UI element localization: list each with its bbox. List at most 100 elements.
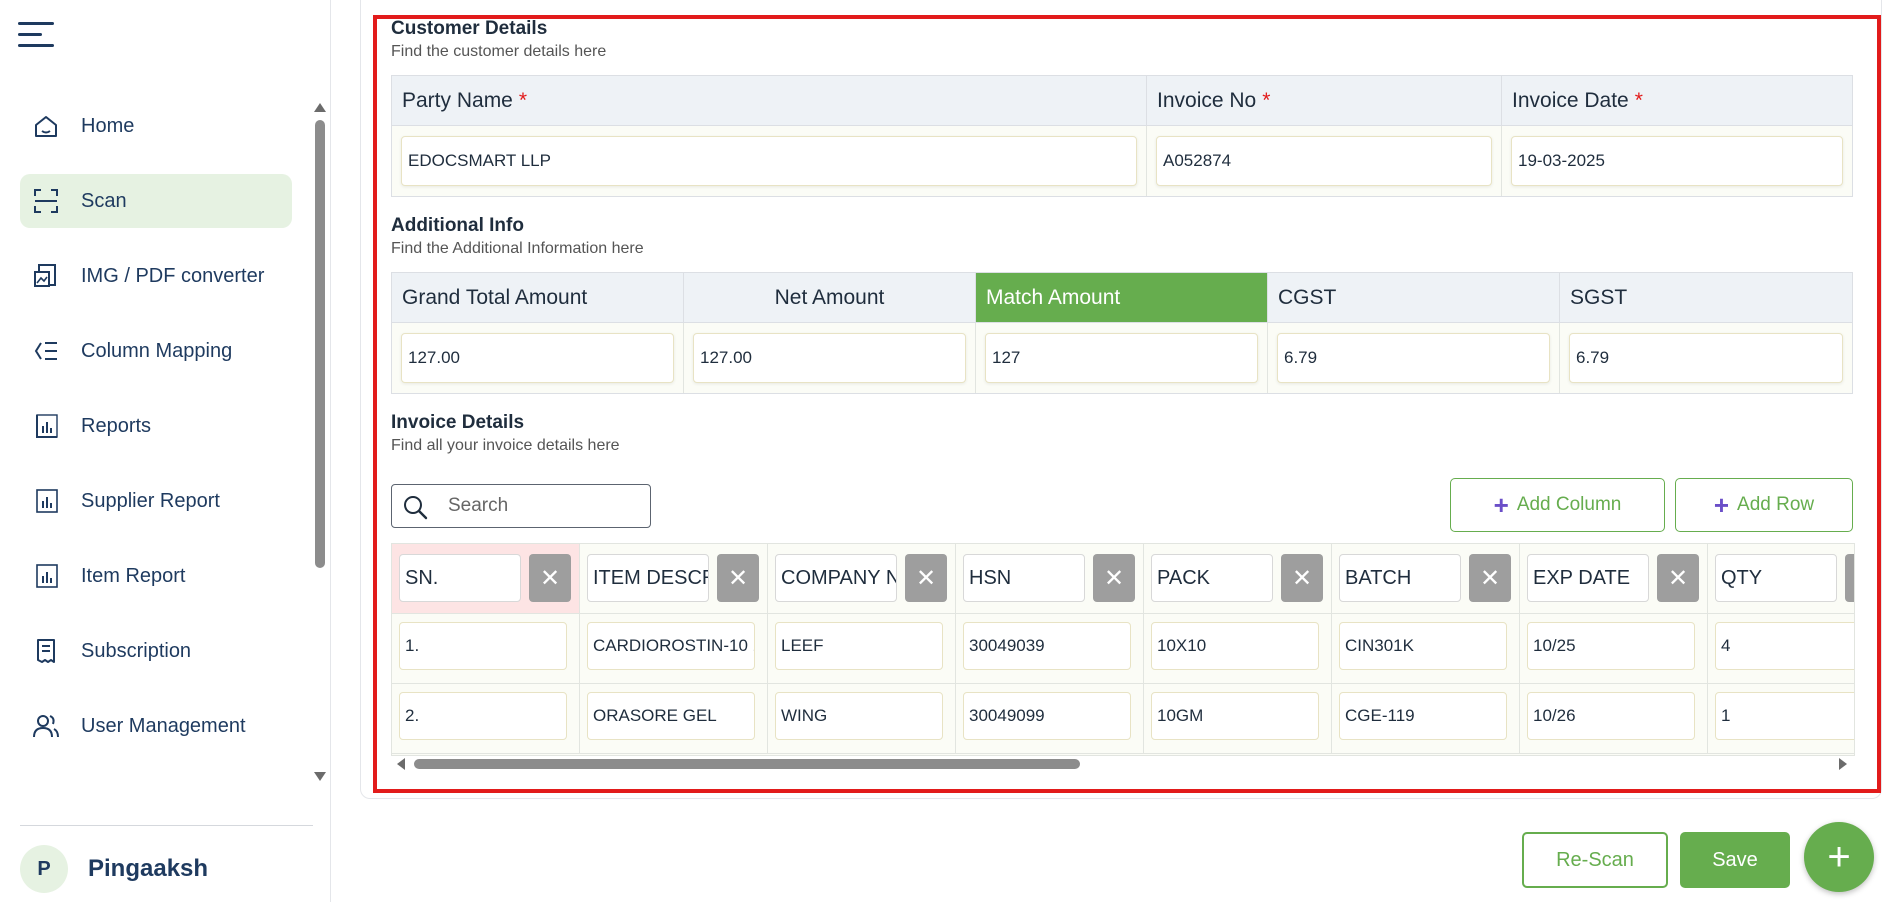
column-name-field[interactable]: BATCH <box>1339 554 1461 602</box>
column-header-batch: BATCH ✕ <box>1332 544 1520 614</box>
sidebar-item-item-report[interactable]: Item Report <box>20 549 292 603</box>
sidebar-item-img-pdf-converter[interactable]: IMG / PDF converter <box>20 249 292 303</box>
plus-icon: + <box>1713 490 1730 520</box>
search-placeholder: Search <box>448 495 509 516</box>
party-name-cell: EDOCSMART LLP <box>392 126 1147 196</box>
remove-column-close-icon[interactable]: ✕ <box>1469 554 1511 602</box>
sgst-label: SGST <box>1570 285 1628 309</box>
sidebar-item-label: Supplier Report <box>81 489 220 512</box>
invoice-date-label: Invoice Date <box>1512 88 1629 112</box>
invoice-no-field[interactable]: A052874 <box>1156 136 1492 186</box>
sgst-cell: 6.79 <box>1560 323 1852 393</box>
sidebar-item-label: Home <box>81 114 135 137</box>
column-name-field[interactable]: QTY <box>1715 554 1837 602</box>
img-pdf-icon <box>32 262 60 290</box>
cell-field[interactable]: 4 <box>1715 622 1854 670</box>
column-name-field[interactable]: HSN <box>963 554 1085 602</box>
add-row-button[interactable]: + Add Row <box>1675 478 1853 532</box>
sidebar-item-user-management[interactable]: User Management <box>20 699 292 753</box>
invoice-date-field[interactable]: 19-03-2025 <box>1511 136 1843 186</box>
user-name: Pingaaksh <box>88 855 209 882</box>
search-icon <box>402 494 428 520</box>
match-amount-header: Match Amount <box>976 273 1268 323</box>
cell-field[interactable]: 10X10 <box>1151 622 1319 670</box>
scroll-right-arrow-icon[interactable] <box>1839 758 1847 770</box>
cell-field[interactable]: LEEF <box>775 622 943 670</box>
search-input[interactable]: Search <box>391 484 651 528</box>
remove-column-close-icon[interactable]: ✕ <box>1281 554 1323 602</box>
required-mark: * <box>518 88 528 112</box>
scroll-left-arrow-icon[interactable] <box>397 758 405 770</box>
table-horizontal-scrollbar[interactable] <box>414 759 1080 769</box>
grand-total-field[interactable]: 127.00 <box>401 333 674 383</box>
invoice-items-table: SN. ✕ ITEM DESCR ✕ COMPANY N ✕ HSN ✕ PAC… <box>391 543 1855 756</box>
table-row: CIN301K <box>1332 614 1520 684</box>
scroll-down-arrow-icon[interactable] <box>314 772 326 781</box>
invoice-date-cell: 19-03-2025 <box>1502 126 1852 196</box>
cell-field[interactable]: CIN301K <box>1339 622 1507 670</box>
table-row: 4 <box>1708 614 1854 684</box>
avatar[interactable]: P <box>20 845 68 893</box>
remove-column-close-icon[interactable]: ✕ <box>1657 554 1699 602</box>
column-name-field[interactable]: COMPANY N <box>775 554 897 602</box>
table-row: LEEF <box>768 614 956 684</box>
sidebar-scrollbar[interactable] <box>315 120 325 568</box>
column-name-field[interactable]: ITEM DESCR <box>587 554 709 602</box>
column-header-sn: SN. ✕ <box>392 544 580 614</box>
sidebar-item-column-mapping[interactable]: Column Mapping <box>20 324 292 378</box>
invoice-section-title: Invoice Details <box>391 412 525 433</box>
remove-column-close-icon[interactable]: ✕ <box>717 554 759 602</box>
sgst-field[interactable]: 6.79 <box>1569 333 1843 383</box>
sidebar-item-label: Item Report <box>81 564 186 587</box>
receipt-icon <box>32 637 60 665</box>
sidebar-item-label: User Management <box>81 714 246 737</box>
remove-column-close-icon[interactable]: ✕ <box>1093 554 1135 602</box>
match-amount-label: Match Amount <box>986 285 1121 309</box>
scroll-up-arrow-icon[interactable] <box>314 103 326 112</box>
table-row: 30049099 <box>956 684 1144 754</box>
home-icon <box>32 112 60 140</box>
table-row: 30049039 <box>956 614 1144 684</box>
cell-field[interactable]: WING <box>775 692 943 740</box>
cell-field[interactable]: 10GM <box>1151 692 1319 740</box>
cell-field[interactable]: 30049039 <box>963 622 1131 670</box>
column-name-field[interactable]: EXP DATE <box>1527 554 1649 602</box>
cgst-label: CGST <box>1278 285 1337 309</box>
rescan-button[interactable]: Re-Scan <box>1522 832 1668 888</box>
match-amount-cell: 127 <box>976 323 1268 393</box>
column-name-field[interactable]: PACK <box>1151 554 1273 602</box>
cell-field[interactable]: 30049099 <box>963 692 1131 740</box>
net-amount-field[interactable]: 127.00 <box>693 333 966 383</box>
cell-field[interactable]: ORASORE GEL <box>587 692 755 740</box>
party-name-label: Party Name <box>402 88 513 112</box>
sidebar-item-reports[interactable]: Reports <box>20 399 292 453</box>
cell-field[interactable]: 1. <box>399 622 567 670</box>
users-icon <box>32 712 60 740</box>
cell-field[interactable]: 10/26 <box>1527 692 1695 740</box>
column-name-field[interactable]: SN. <box>399 554 521 602</box>
cell-field[interactable]: CGE-119 <box>1339 692 1507 740</box>
cell-field[interactable]: 10/25 <box>1527 622 1695 670</box>
remove-column-close-icon[interactable]: ✕ <box>1845 554 1854 602</box>
chart-icon <box>32 412 60 440</box>
remove-column-close-icon[interactable]: ✕ <box>529 554 571 602</box>
sidebar-item-home[interactable]: Home <box>20 99 292 153</box>
party-name-header: Party Name * <box>392 76 1147 126</box>
grand-total-cell: 127.00 <box>392 323 684 393</box>
match-amount-field[interactable]: 127 <box>985 333 1258 383</box>
sidebar-item-label: Reports <box>81 414 152 437</box>
sidebar-item-scan[interactable]: Scan <box>20 174 292 228</box>
menu-icon[interactable] <box>18 22 54 48</box>
cgst-field[interactable]: 6.79 <box>1277 333 1550 383</box>
add-column-button[interactable]: + Add Column <box>1450 478 1665 532</box>
add-fab-button[interactable]: + <box>1804 822 1874 892</box>
cell-field[interactable]: 1 <box>1715 692 1854 740</box>
party-name-field[interactable]: EDOCSMART LLP <box>401 136 1137 186</box>
save-button[interactable]: Save <box>1680 832 1790 888</box>
table-row: CGE-119 <box>1332 684 1520 754</box>
cell-field[interactable]: 2. <box>399 692 567 740</box>
sidebar-item-supplier-report[interactable]: Supplier Report <box>20 474 292 528</box>
remove-column-close-icon[interactable]: ✕ <box>905 554 947 602</box>
sidebar-item-subscription[interactable]: Subscription <box>20 624 292 678</box>
cell-field[interactable]: CARDIOROSTIN-10 1 <box>587 622 755 670</box>
